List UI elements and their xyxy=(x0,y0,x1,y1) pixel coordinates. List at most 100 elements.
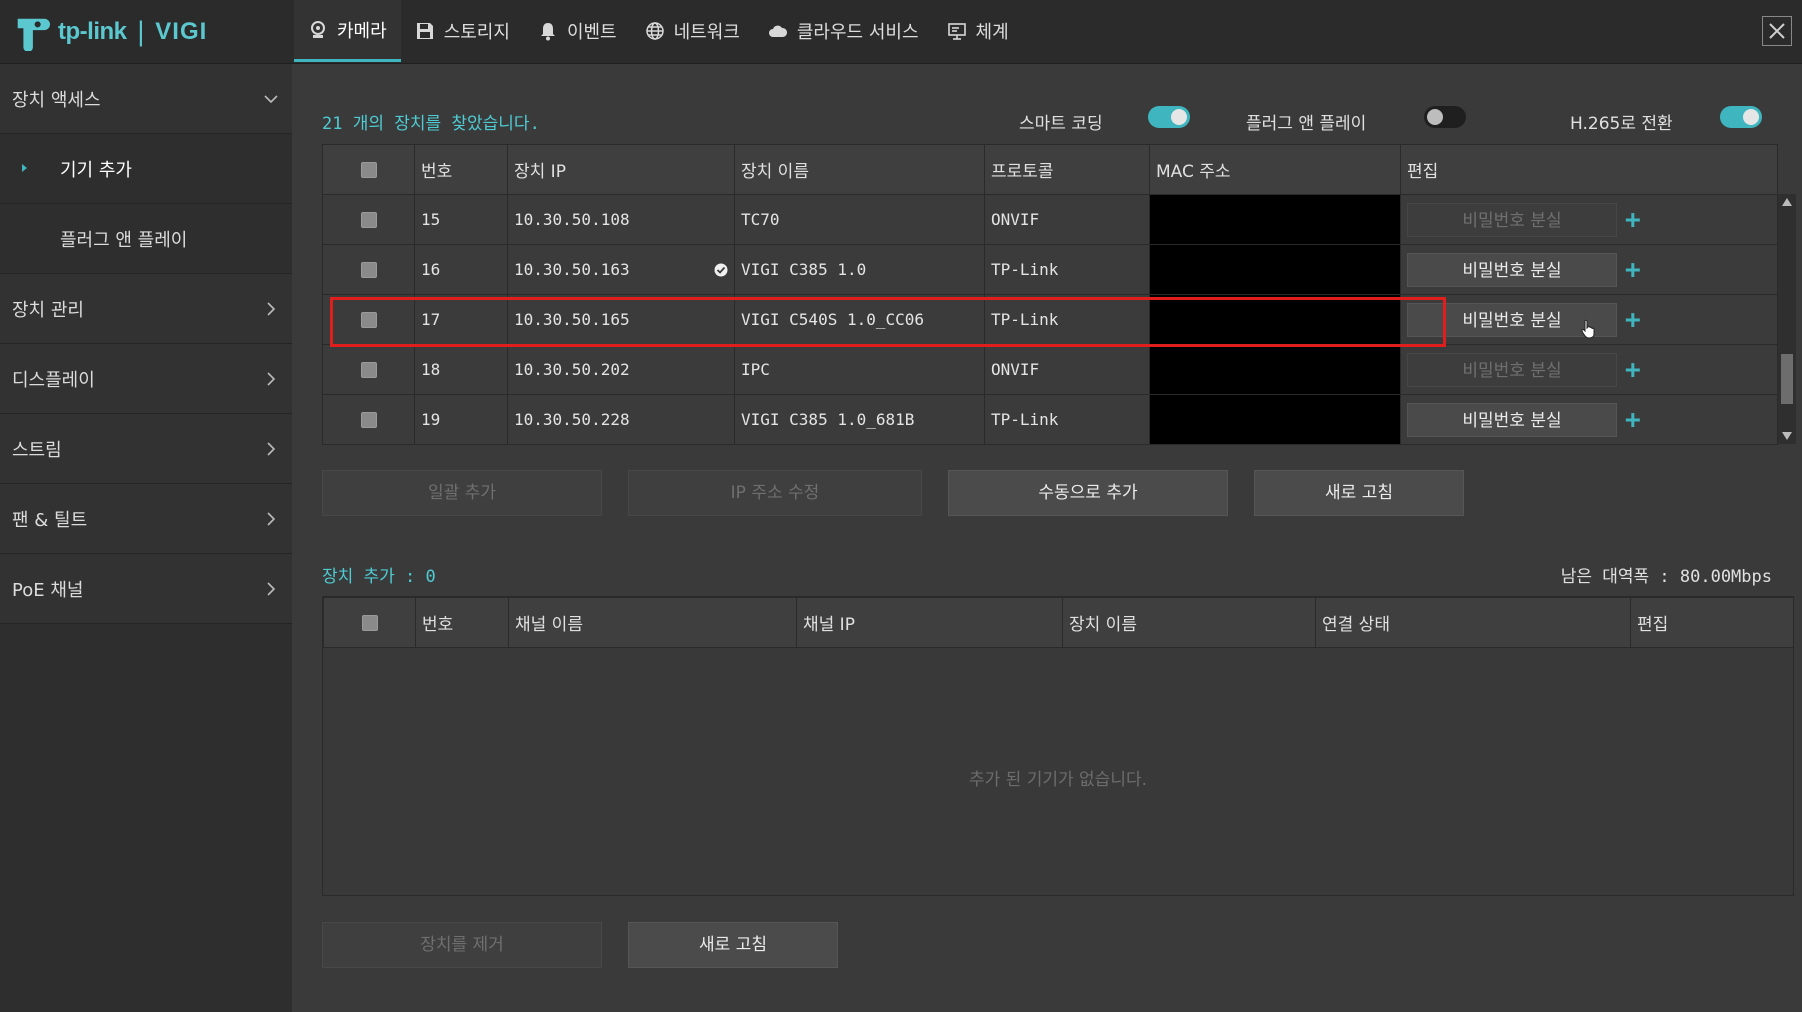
cloud-icon xyxy=(768,25,787,37)
tab-storage[interactable]: 스토리지 xyxy=(401,0,524,62)
select-all-checkbox[interactable] xyxy=(361,614,378,631)
floppy-icon xyxy=(416,23,433,39)
smart-coding-label: 스마트 코딩 xyxy=(1019,114,1103,134)
table-row[interactable]: 15 10.30.50.108 TC70 ONVIF 비밀번호 분실 + xyxy=(322,194,1778,245)
sidebar-item-label: 장치 관리 xyxy=(12,299,84,321)
row-ip-cell: 10.30.50.163 xyxy=(507,244,735,295)
table-row[interactable]: 16 10.30.50.163 VIGI C385 1.0 TP-Link 비밀… xyxy=(322,244,1778,295)
forgot-password-button[interactable]: 비밀번호 분실 xyxy=(1407,252,1617,287)
sidebar-item-stream[interactable]: 스트림 xyxy=(0,414,292,484)
toggle-knob xyxy=(1427,109,1443,125)
row-device-name: VIGI C385 1.0_681B xyxy=(734,394,985,445)
sidebar-item-plug-and-play[interactable]: 플러그 앤 플레이 xyxy=(0,204,292,274)
row-protocol: TP-Link xyxy=(984,294,1150,345)
logo: tp-link | VIGI xyxy=(12,8,292,56)
col-header-device-name[interactable]: 장치 이름 xyxy=(1062,597,1316,648)
tab-camera[interactable]: 카메라 xyxy=(294,0,401,62)
bell-icon xyxy=(540,23,555,41)
row-checkbox[interactable] xyxy=(360,311,377,328)
col-header-channel-ip[interactable]: 채널 IP xyxy=(796,597,1063,648)
table-row-highlighted[interactable]: 17 10.30.50.165 VIGI C540S 1.0_CC06 TP-L… xyxy=(322,294,1778,345)
col-header-ip[interactable]: 장치 IP xyxy=(507,144,735,195)
row-ip: 10.30.50.202 xyxy=(507,344,735,395)
row-device-name: VIGI C385 1.0 xyxy=(734,244,985,295)
sidebar-item-label: 플러그 앤 플레이 xyxy=(60,229,188,251)
close-button[interactable] xyxy=(1762,16,1792,46)
scroll-down-icon[interactable] xyxy=(1782,432,1792,440)
sidebar-item-display[interactable]: 디스플레이 xyxy=(0,344,292,414)
main-tabs: 카메라 스토리지 이벤트 네트워크 클라우드 서비스 체계 xyxy=(294,0,1023,62)
col-header-connection-status[interactable]: 연결 상태 xyxy=(1315,597,1631,648)
col-header-mac[interactable]: MAC 주소 xyxy=(1149,144,1401,195)
refresh-added-button[interactable]: 새로 고침 xyxy=(628,922,838,968)
table-scrollbar[interactable] xyxy=(1778,194,1796,444)
tab-label: 클라우드 서비스 xyxy=(796,22,919,43)
add-device-plus-icon[interactable]: + xyxy=(1625,207,1641,233)
remove-device-button[interactable]: 장치를 제거 xyxy=(322,922,602,968)
row-edit-cell: 비밀번호 분실 + xyxy=(1400,394,1778,445)
row-number: 15 xyxy=(414,194,508,245)
tab-label: 체계 xyxy=(975,22,1009,43)
row-device-name: TC70 xyxy=(734,194,985,245)
forgot-password-button[interactable]: 비밀번호 분실 xyxy=(1407,202,1617,237)
table-row[interactable]: 18 10.30.50.202 IPC ONVIF 비밀번호 분실 + xyxy=(322,344,1778,395)
col-header-protocol[interactable]: 프로토콜 xyxy=(984,144,1150,195)
forgot-password-button[interactable]: 비밀번호 분실 xyxy=(1407,352,1617,387)
row-checkbox[interactable] xyxy=(360,211,377,228)
row-mac-redacted xyxy=(1149,294,1401,345)
tab-event[interactable]: 이벤트 xyxy=(524,0,631,62)
add-device-plus-icon[interactable]: + xyxy=(1625,257,1641,283)
top-bar: tp-link | VIGI 카메라 스토리지 이벤트 네트워크 클라우드 서비… xyxy=(0,0,1802,64)
col-header-no[interactable]: 번호 xyxy=(415,597,509,648)
scroll-up-icon[interactable] xyxy=(1782,198,1792,206)
row-number: 18 xyxy=(414,344,508,395)
row-device-name: VIGI C540S 1.0_CC06 xyxy=(734,294,985,345)
sidebar-item-label: 기기 추가 xyxy=(60,159,132,181)
scroll-thumb[interactable] xyxy=(1781,354,1793,404)
chevron-right-icon xyxy=(267,441,276,456)
close-icon xyxy=(1769,23,1785,39)
smart-coding-toggle[interactable] xyxy=(1148,106,1190,128)
table-header-row: 번호 장치 IP 장치 이름 프로토콜 MAC 주소 편집 xyxy=(322,144,1778,195)
row-edit-cell: 비밀번호 분실 + xyxy=(1400,244,1778,295)
col-header-no[interactable]: 번호 xyxy=(414,144,508,195)
row-checkbox[interactable] xyxy=(360,361,377,378)
col-header-channel-name[interactable]: 채널 이름 xyxy=(508,597,797,648)
col-header-name[interactable]: 장치 이름 xyxy=(734,144,985,195)
refresh-scan-button[interactable]: 새로 고침 xyxy=(1254,470,1464,516)
sidebar-item-add-device[interactable]: 기기 추가 xyxy=(0,134,292,204)
row-protocol: TP-Link xyxy=(984,244,1150,295)
add-device-plus-icon[interactable]: + xyxy=(1625,357,1641,383)
forgot-password-button[interactable]: 비밀번호 분실 xyxy=(1407,402,1617,437)
sidebar-item-device-management[interactable]: 장치 관리 xyxy=(0,274,292,344)
tab-system[interactable]: 체계 xyxy=(933,0,1023,62)
sidebar-item-label: 디스플레이 xyxy=(12,369,95,391)
globe-icon xyxy=(645,22,664,40)
batch-add-button[interactable]: 일괄 추가 xyxy=(322,470,602,516)
manual-add-button[interactable]: 수동으로 추가 xyxy=(948,470,1228,516)
col-header-edit: 편집 xyxy=(1630,597,1794,648)
table-row[interactable]: 19 10.30.50.228 VIGI C385 1.0_681B TP-Li… xyxy=(322,394,1778,445)
monitor-icon xyxy=(947,23,966,40)
row-checkbox[interactable] xyxy=(360,261,377,278)
select-all-checkbox[interactable] xyxy=(360,161,377,178)
toggle-knob xyxy=(1171,109,1187,125)
add-device-plus-icon[interactable]: + xyxy=(1625,407,1641,433)
sidebar-item-pan-tilt[interactable]: 팬 & 틸트 xyxy=(0,484,292,554)
sidebar-item-poe-channel[interactable]: PoE 채널 xyxy=(0,554,292,624)
modify-ip-button[interactable]: IP 주소 수정 xyxy=(628,470,922,516)
tab-label: 카메라 xyxy=(337,20,387,42)
row-checkbox[interactable] xyxy=(360,411,377,428)
tab-cloud[interactable]: 클라우드 서비스 xyxy=(754,0,933,62)
add-device-plus-icon[interactable]: + xyxy=(1625,307,1641,333)
sidebar-item-device-access[interactable]: 장치 액세스 xyxy=(0,64,292,134)
plug-and-play-toggle[interactable] xyxy=(1424,106,1466,128)
chevron-right-icon xyxy=(267,581,276,596)
h265-toggle[interactable] xyxy=(1720,106,1762,128)
select-all-header xyxy=(322,144,415,195)
row-ip: 10.30.50.108 xyxy=(507,194,735,245)
tab-network[interactable]: 네트워크 xyxy=(631,0,754,62)
table-header-row: 번호 채널 이름 채널 IP 장치 이름 연결 상태 편집 xyxy=(323,597,1794,648)
added-devices-panel: 번호 채널 이름 채널 IP 장치 이름 연결 상태 편집 추가 된 기기가 없… xyxy=(322,596,1794,896)
row-mac-redacted xyxy=(1149,244,1401,295)
